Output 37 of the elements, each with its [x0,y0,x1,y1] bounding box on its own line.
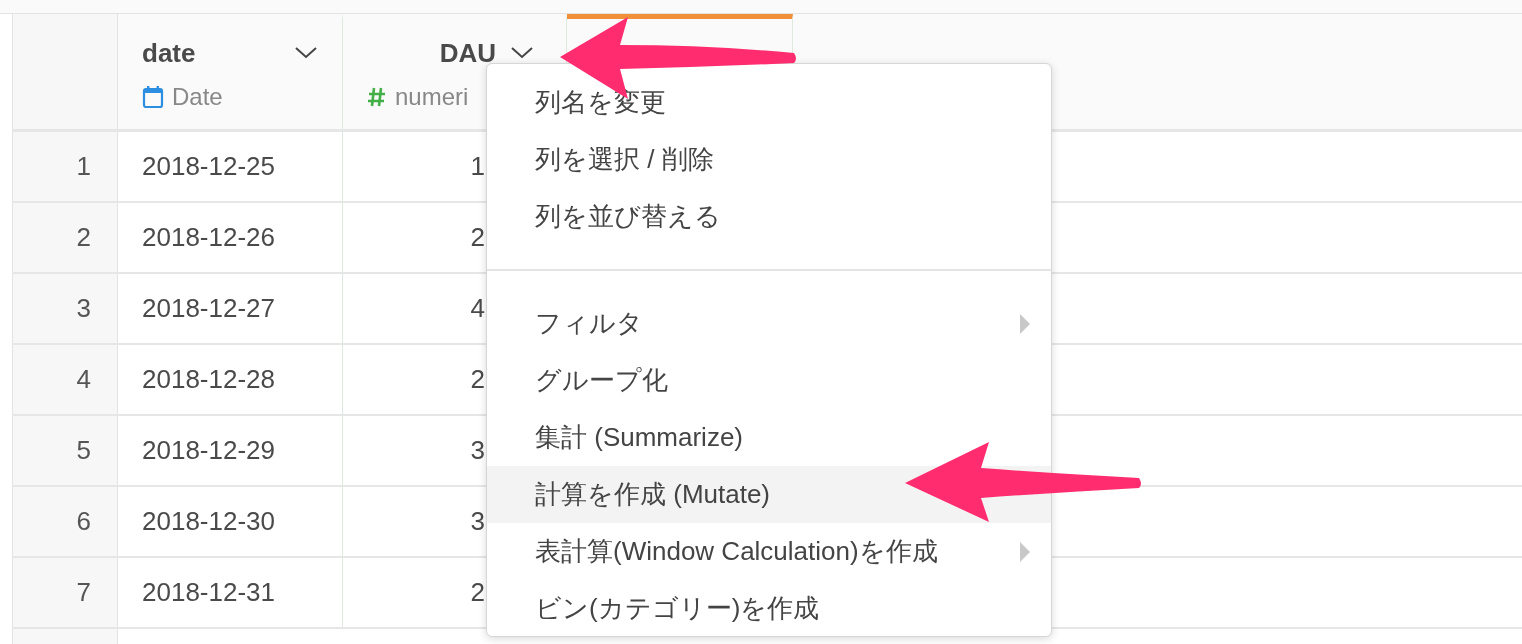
menu-item[interactable]: 表計算(Window Calculation)を作成 [487,523,1051,580]
row-number: 1 [76,150,91,183]
table-cell-text: 3 [470,505,485,538]
chevron-down-icon[interactable] [294,46,318,60]
menu-item[interactable]: グループ化 [487,352,1051,409]
row-number: 4 [76,363,91,396]
chevron-down-icon[interactable] [510,46,534,60]
table-cell-text: 2018-12-25 [142,150,275,183]
column-type: Date [172,81,223,112]
calendar-icon [142,84,164,109]
table-cell-text: 3 [470,434,485,467]
menu-item[interactable]: フィルタ [487,295,1051,352]
menu-item[interactable]: 列を選択 / 削除 [487,131,1051,188]
table-cell-text: 2018-12-29 [142,434,275,467]
row-number: 3 [76,292,91,325]
table-cell-text: 2018-12-31 [142,576,275,609]
row-number: 7 [76,576,91,609]
table-cell-text: 2018-12-28 [142,363,275,396]
table-cell-text: 1 [470,150,485,183]
table-cell-text: 4 [470,292,485,325]
menu-item[interactable]: 列を並び替える [487,188,1051,245]
row-number: 6 [76,505,91,538]
menu-item[interactable]: 集計 (Summarize) [487,409,1051,466]
row-number: 2 [76,221,91,254]
table-cell-text: 2 [470,576,485,609]
column-name: date [142,36,196,70]
menu-item[interactable]: ビン(カテゴリー)を作成 [487,580,1051,637]
column-name: DAU [439,36,496,70]
column-type: numeri [395,81,469,112]
table-cell-text: 2018-12-27 [142,292,275,325]
row-number: 5 [76,434,91,467]
table-cell-text: 2018-12-30 [142,505,275,538]
column-header[interactable]: date Date [118,14,343,129]
table-cell-text: 2018-12-26 [142,221,275,254]
hash-icon [367,85,387,108]
table-cell-text: 2 [470,221,485,254]
table-cell-text: 2 [470,363,485,396]
